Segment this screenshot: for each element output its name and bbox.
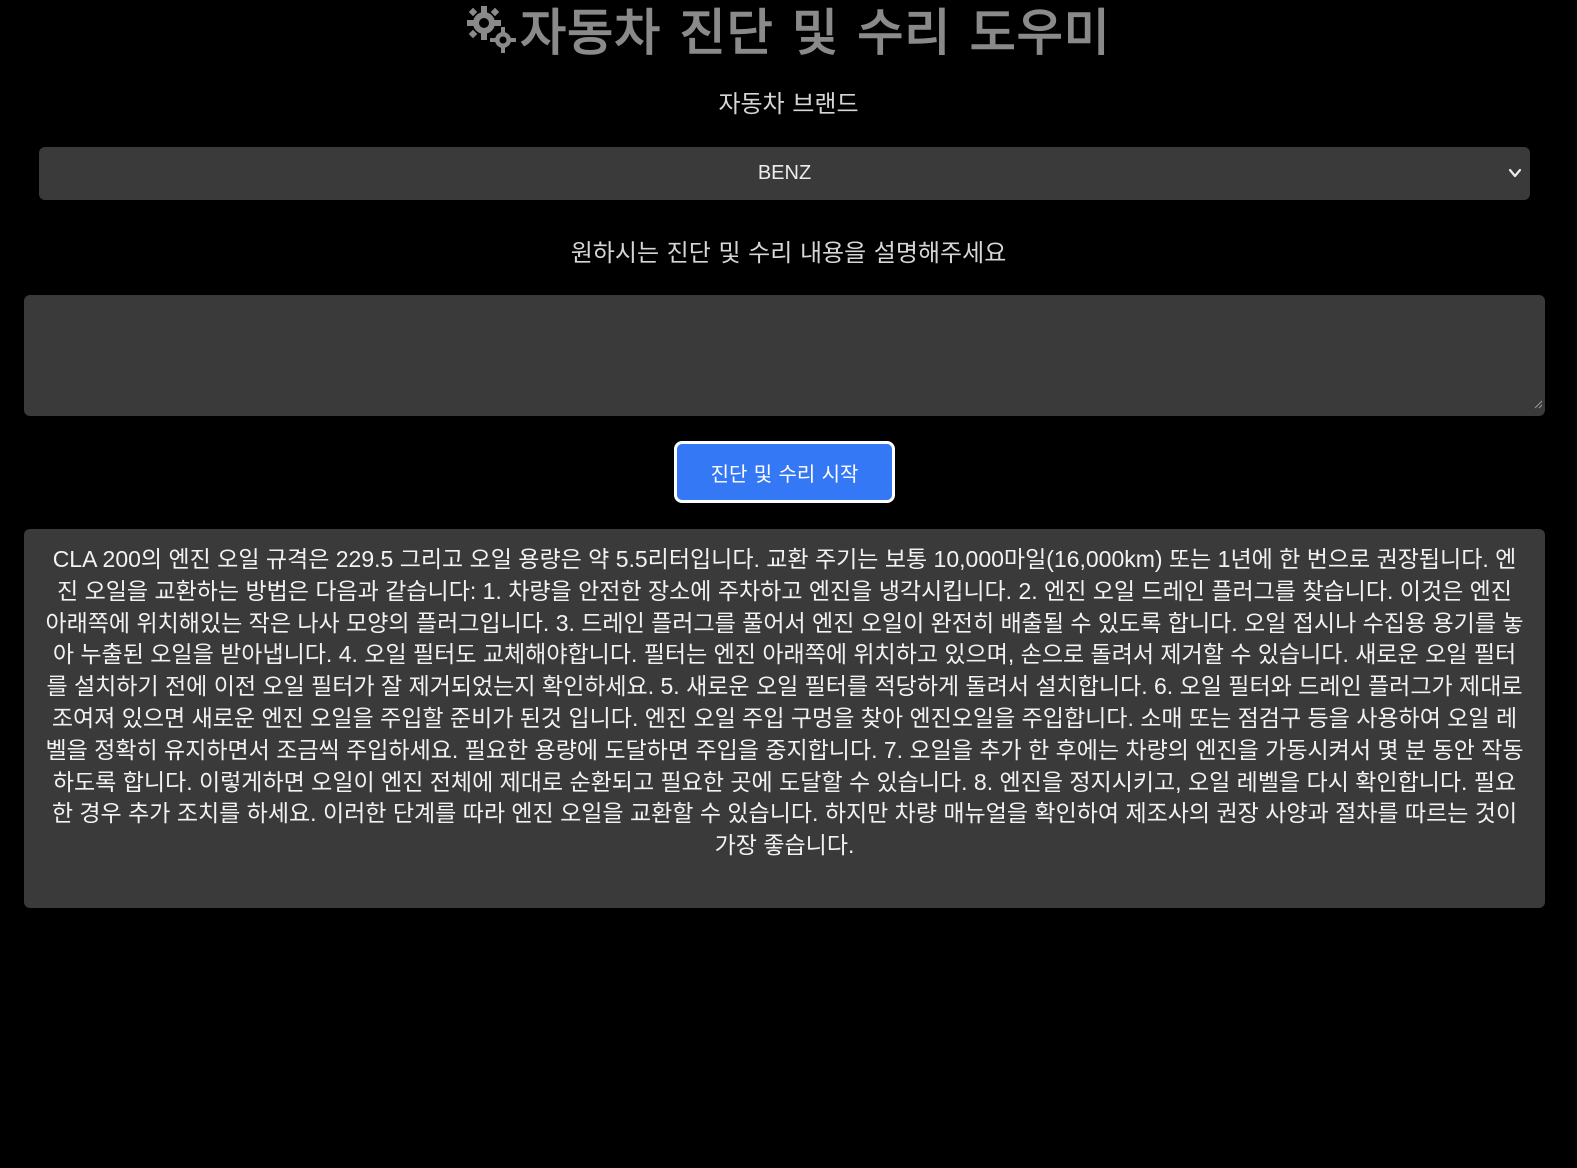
start-diagnosis-button[interactable]: 진단 및 수리 시작 <box>674 441 895 503</box>
description-textarea[interactable] <box>24 295 1545 416</box>
page-title-text: 자동차 진단 및 수리 도우미 <box>520 4 1111 62</box>
result-text: CLA 200의 엔진 오일 규격은 229.5 그리고 오일 용량은 약 5.… <box>45 546 1524 859</box>
brand-label: 자동차 브랜드 <box>718 90 859 118</box>
result-panel: CLA 200의 엔진 오일 규격은 229.5 그리고 오일 용량은 약 5.… <box>24 529 1545 908</box>
gears-icon <box>466 3 518 55</box>
brand-select[interactable]: BENZ <box>39 147 1530 200</box>
description-label: 원하시는 진단 및 수리 내용을 설명해주세요 <box>570 239 1007 267</box>
brand-select-value: BENZ <box>757 162 812 184</box>
app-page: 자동차 진단 및 수리 도우미 자동차 브랜드 BENZ 원하시는 진단 및 수… <box>0 0 1577 1168</box>
page-title: 자동차 진단 및 수리 도우미 <box>0 0 1577 62</box>
resize-grip-icon[interactable] <box>1533 390 1543 414</box>
chevron-down-icon <box>1508 165 1522 184</box>
